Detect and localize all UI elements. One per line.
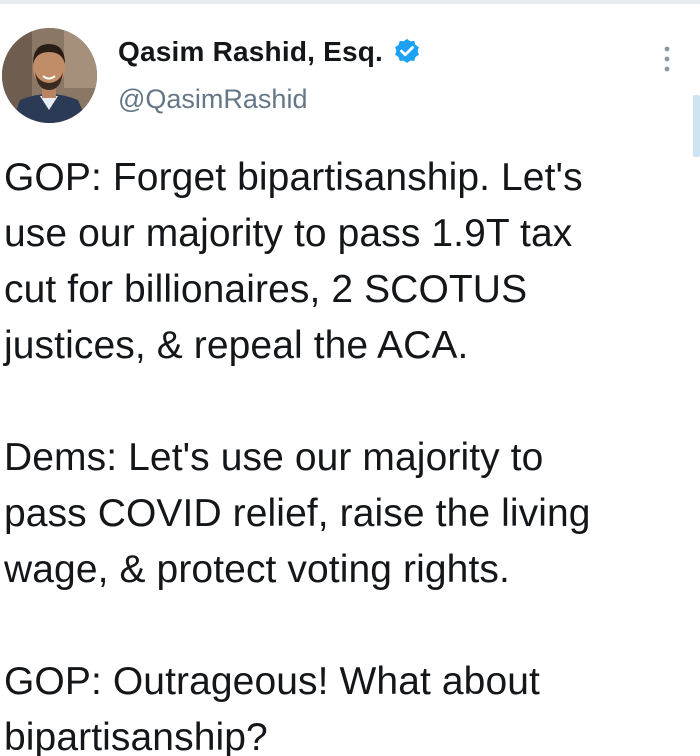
avatar-photo-icon	[2, 28, 97, 123]
tweet-card: Qasim Rashid, Esq. @QasimRashid GOP: For…	[0, 0, 700, 756]
top-divider	[0, 0, 700, 4]
tweet-paragraph: GOP: Forget bipartisanship. Let's use ou…	[4, 156, 583, 367]
tweet-header: Qasim Rashid, Esq. @QasimRashid	[0, 22, 700, 132]
avatar[interactable]	[2, 28, 97, 123]
author-name-row[interactable]: Qasim Rashid, Esq.	[118, 36, 422, 68]
tweet-paragraph: Dems: Let's use our majority to pass COV…	[4, 436, 591, 591]
scrollbar-thumb[interactable]	[693, 95, 700, 157]
tweet-paragraph: GOP: Outrageous! What about bipartisansh…	[4, 660, 540, 756]
author-display-name[interactable]: Qasim Rashid, Esq.	[118, 36, 383, 68]
verified-badge-icon	[392, 37, 422, 67]
tweet-text: GOP: Forget bipartisanship. Let's use ou…	[4, 150, 684, 756]
more-vertical-icon[interactable]	[662, 44, 672, 74]
author-handle[interactable]: @QasimRashid	[118, 84, 307, 115]
